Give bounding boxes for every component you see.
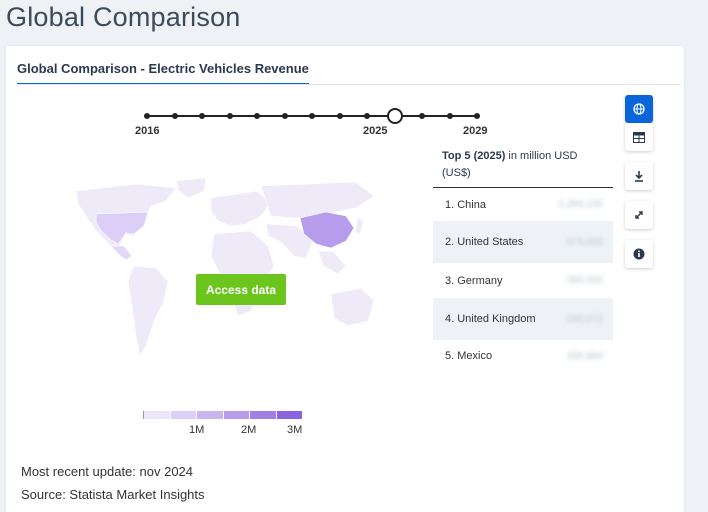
top5-row: 3. Germany 350,332 xyxy=(433,263,613,298)
table-icon xyxy=(633,131,645,143)
top5-name: 1. China xyxy=(445,198,486,211)
download-icon xyxy=(635,171,643,182)
top5-value: 575,466 xyxy=(566,236,603,248)
timeline-year-dot[interactable] xyxy=(309,113,315,119)
comparison-card: Global Comparison - Electric Vehicles Re… xyxy=(6,46,684,512)
year-timeline: 2016 2025 2029 xyxy=(6,46,684,146)
top5-header: Top 5 (2025) in million USD (US$) xyxy=(433,146,613,188)
info-icon xyxy=(633,248,645,260)
color-legend: 1M 2M 3M xyxy=(143,411,305,438)
map-japan[interactable] xyxy=(354,217,365,235)
top5-value: 246,672 xyxy=(566,313,603,325)
timeline-year-dot[interactable] xyxy=(199,113,205,119)
legend-swatch xyxy=(223,411,250,419)
map-greenland[interactable] xyxy=(175,177,207,199)
timeline-year-dot[interactable] xyxy=(144,113,150,119)
update-text: Most recent update: nov 2024 xyxy=(21,464,194,479)
map-australia[interactable] xyxy=(330,287,375,327)
map-south-america[interactable] xyxy=(127,265,169,357)
legend-gradient-bar xyxy=(143,411,303,419)
top5-row: 1. China 2,394,225 xyxy=(433,188,613,221)
timeline-year-dot[interactable] xyxy=(226,113,233,119)
map-view-button[interactable] xyxy=(625,95,653,123)
timeline-year-dot[interactable] xyxy=(364,113,370,119)
timeline-year-dot[interactable] xyxy=(446,113,453,119)
legend-swatch xyxy=(170,411,197,419)
info-button[interactable] xyxy=(625,240,653,268)
top5-row: 5. Mexico 255,884 xyxy=(433,340,613,372)
page-title: Global Comparison xyxy=(6,2,241,32)
top5-panel: Top 5 (2025) in million USD (US$) 1. Chi… xyxy=(433,146,613,372)
top5-name: 2. United States xyxy=(445,236,524,248)
timeline-current-handle[interactable] xyxy=(386,108,403,124)
fullscreen-button[interactable] xyxy=(625,201,653,229)
map-southeast-asia[interactable] xyxy=(317,250,347,275)
legend-label-3m: 3M xyxy=(287,424,303,436)
table-view-button[interactable] xyxy=(625,123,653,151)
globe-icon xyxy=(633,103,645,115)
timeline-start-label: 2016 xyxy=(135,125,160,137)
timeline-end-label: 2029 xyxy=(463,125,488,137)
top5-value: 2,394,225 xyxy=(558,199,604,210)
legend-swatch xyxy=(197,411,224,419)
top5-row: 4. United Kingdom 246,672 xyxy=(433,298,613,340)
top5-name: 3. Germany xyxy=(445,274,503,287)
timeline-year-dot[interactable] xyxy=(336,113,343,119)
expand-icon xyxy=(635,211,643,219)
source-text: Source: Statista Market Insights xyxy=(21,487,205,502)
map-russia[interactable] xyxy=(260,181,375,219)
timeline-year-dot[interactable] xyxy=(474,113,480,119)
timeline-year-dot[interactable] xyxy=(281,113,288,119)
access-data-button[interactable]: Access data xyxy=(196,274,286,305)
legend-label-2m: 2M xyxy=(241,424,257,436)
top5-name: 5. Mexico xyxy=(445,350,493,362)
map-europe[interactable] xyxy=(210,190,272,227)
download-button[interactable] xyxy=(625,162,653,190)
timeline-current-label: 2025 xyxy=(363,125,388,137)
legend-swatch xyxy=(144,411,171,419)
legend-labels: 1M 2M 3M xyxy=(143,424,305,438)
top5-row: 2. United States 575,466 xyxy=(433,221,613,263)
top5-title: Top 5 (2025) xyxy=(442,150,506,162)
timeline-year-dot[interactable] xyxy=(171,113,178,119)
top5-name: 4. United Kingdom xyxy=(445,313,536,325)
legend-swatch xyxy=(276,411,303,419)
timeline-year-dot[interactable] xyxy=(254,113,260,119)
legend-swatch xyxy=(250,411,277,419)
top5-value: 255,884 xyxy=(566,350,603,362)
top5-value: 350,332 xyxy=(566,275,603,286)
legend-label-1m: 1M xyxy=(189,424,205,436)
map-mexico[interactable] xyxy=(110,245,133,261)
timeline-year-dot[interactable] xyxy=(419,113,425,119)
